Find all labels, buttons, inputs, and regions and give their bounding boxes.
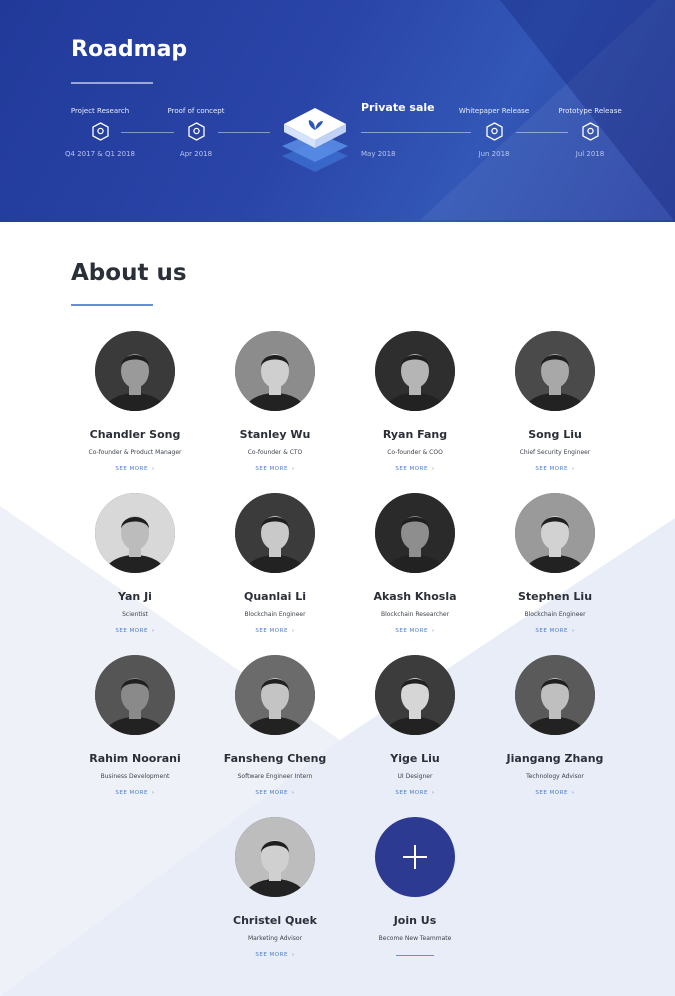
see-more-label: SEE MORE — [535, 628, 568, 634]
see-more-label: SEE MORE — [255, 952, 288, 958]
join-us-title: Join Us — [393, 914, 437, 927]
portrait-photo-icon — [375, 655, 455, 735]
avatar[interactable] — [235, 331, 315, 411]
milestone-date: Apr 2018 — [179, 150, 213, 158]
portrait-photo-icon — [515, 655, 595, 735]
hexagon-location-icon — [486, 122, 503, 141]
see-more-label: SEE MORE — [535, 466, 568, 472]
member-name: Stephen Liu — [517, 590, 593, 603]
chevron-right-icon: › — [431, 466, 435, 472]
join-us-button[interactable] — [375, 817, 455, 897]
portrait-photo-icon — [235, 817, 315, 897]
timeline-line — [516, 132, 568, 133]
timeline-line — [218, 132, 270, 133]
avatar[interactable] — [375, 331, 455, 411]
see-more-label: SEE MORE — [535, 790, 568, 796]
see-more-link[interactable]: SEE MORE › — [470, 466, 640, 472]
chevron-right-icon: › — [291, 952, 295, 958]
roadmap-title: Roadmap — [71, 37, 188, 62]
about-title-underline — [71, 304, 153, 306]
see-more-label: SEE MORE — [115, 628, 148, 634]
join-us-subtitle: Become New Teammate — [378, 935, 452, 942]
chevron-right-icon: › — [571, 466, 575, 472]
see-more-label: SEE MORE — [395, 466, 428, 472]
portrait-photo-icon — [95, 331, 175, 411]
avatar[interactable] — [235, 655, 315, 735]
milestone-label: Project Research — [70, 107, 130, 115]
milestone-label: Prototype Release — [558, 107, 622, 115]
milestone-date: Jun 2018 — [478, 150, 510, 158]
roadmap-section: Roadmap Project Research Q4 2017 & Q1 20… — [0, 0, 675, 222]
hexagon-location-icon — [92, 122, 109, 141]
avatar[interactable] — [375, 655, 455, 735]
about-section: About us Chandler Song Co-founder & Produ… — [0, 222, 675, 996]
portrait-photo-icon — [515, 493, 595, 573]
chevron-right-icon: › — [151, 466, 155, 472]
see-more-label: SEE MORE — [115, 790, 148, 796]
chevron-right-icon: › — [291, 466, 295, 472]
roadmap-title-underline — [71, 82, 153, 84]
avatar[interactable] — [515, 493, 595, 573]
portrait-photo-icon — [235, 493, 315, 573]
milestone-date: Jul 2018 — [575, 150, 605, 158]
see-more-label: SEE MORE — [255, 628, 288, 634]
milestone-private-sale-label: Private sale — [361, 101, 435, 114]
hexagon-location-icon — [188, 122, 205, 141]
avatar[interactable] — [515, 331, 595, 411]
milestone-private-sale-date: May 2018 — [361, 150, 396, 158]
chevron-right-icon: › — [151, 628, 155, 634]
chevron-right-icon: › — [571, 628, 575, 634]
avatar[interactable] — [95, 331, 175, 411]
milestone-label: Whitepaper Release — [458, 107, 530, 115]
avatar[interactable] — [235, 493, 315, 573]
hexagon-location-icon — [582, 122, 599, 141]
member-role: Chief Security Engineer — [519, 449, 591, 456]
avatar[interactable] — [375, 493, 455, 573]
portrait-photo-icon — [375, 493, 455, 573]
join-us-underline — [396, 955, 434, 956]
see-more-label: SEE MORE — [395, 790, 428, 796]
portrait-photo-icon — [235, 331, 315, 411]
see-more-link[interactable]: SEE MORE › — [470, 790, 640, 796]
portrait-photo-icon — [375, 331, 455, 411]
portrait-photo-icon — [95, 493, 175, 573]
milestone-date: Q4 2017 & Q1 2018 — [65, 150, 135, 158]
team-member-song-liu: Song Liu Chief Security Engineer SEE MORE › — [470, 331, 640, 472]
chevron-right-icon: › — [571, 790, 575, 796]
avatar[interactable] — [95, 655, 175, 735]
chevron-right-icon: › — [151, 790, 155, 796]
portrait-photo-icon — [95, 655, 175, 735]
avatar[interactable] — [515, 655, 595, 735]
timeline-line — [361, 132, 471, 133]
member-name: Jiangang Zhang — [506, 752, 604, 765]
see-more-label: SEE MORE — [115, 466, 148, 472]
plus-icon-vertical — [414, 845, 416, 869]
join-us-card: Join Us Become New Teammate — [330, 817, 500, 956]
see-more-label: SEE MORE — [255, 790, 288, 796]
avatar[interactable] — [95, 493, 175, 573]
milestone-label: Proof of concept — [167, 107, 225, 115]
chevron-right-icon: › — [291, 790, 295, 796]
see-more-label: SEE MORE — [395, 628, 428, 634]
member-name: Song Liu — [528, 428, 582, 441]
see-more-link[interactable]: SEE MORE › — [470, 628, 640, 634]
portrait-photo-icon — [235, 655, 315, 735]
layers-leaf-logo-icon — [282, 108, 348, 172]
chevron-right-icon: › — [291, 628, 295, 634]
member-role: Technology Advisor — [526, 773, 584, 780]
portrait-photo-icon — [515, 331, 595, 411]
about-title: About us — [71, 260, 187, 286]
member-role: Blockchain Engineer — [524, 611, 586, 618]
avatar[interactable] — [235, 817, 315, 897]
team-member-jiangang-zhang: Jiangang Zhang Technology Advisor SEE MORE… — [470, 655, 640, 796]
timeline-line — [121, 132, 174, 133]
see-more-label: SEE MORE — [255, 466, 288, 472]
team-member-stephen-liu: Stephen Liu Blockchain Engineer SEE MORE › — [470, 493, 640, 634]
chevron-right-icon: › — [431, 790, 435, 796]
chevron-right-icon: › — [431, 628, 435, 634]
